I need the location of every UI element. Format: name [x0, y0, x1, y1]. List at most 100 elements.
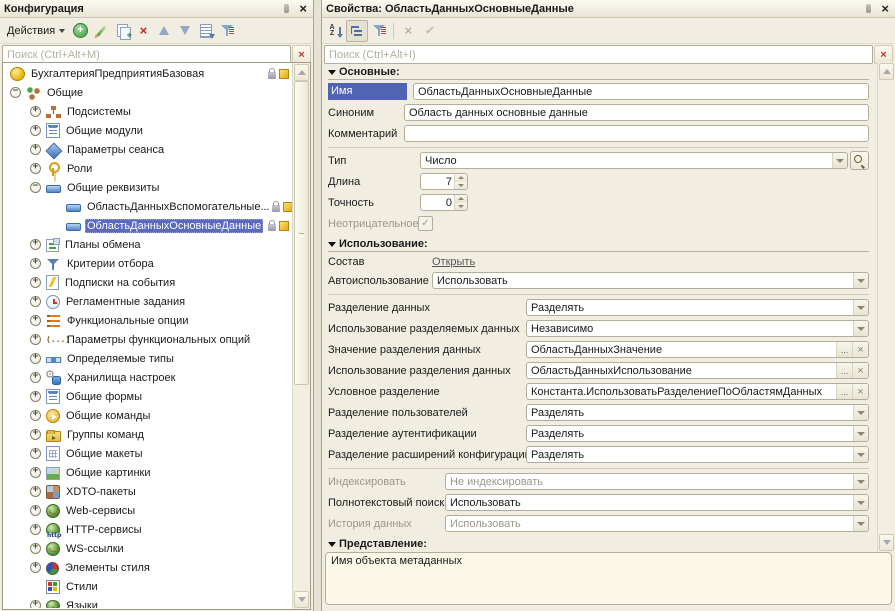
expand-icon[interactable] [30, 296, 41, 307]
auth-separation-combo[interactable]: Разделять [526, 425, 869, 442]
tree-item-exchange-plans[interactable]: Планы обмена [4, 235, 292, 254]
prop-label[interactable]: Условное разделение [328, 386, 526, 398]
expand-icon[interactable] [30, 144, 41, 155]
close-icon[interactable]: × [297, 2, 309, 15]
tree-item-roles[interactable]: Роли [4, 159, 292, 178]
dropdown-icon[interactable] [853, 447, 868, 462]
prop-label[interactable]: Тип [328, 155, 420, 167]
tree-item-languages[interactable]: Языки [4, 596, 292, 608]
indexing-combo[interactable]: Не индексировать [445, 473, 869, 490]
expand-icon[interactable] [30, 163, 41, 174]
tree-item-common[interactable]: Общие [4, 83, 292, 102]
properties-scrollbar[interactable] [877, 62, 895, 552]
scroll-down-icon[interactable] [879, 534, 894, 551]
expand-icon[interactable] [30, 467, 41, 478]
collapse-icon[interactable] [10, 87, 21, 98]
tree-item-scheduled-jobs[interactable]: Регламентные задания [4, 292, 292, 311]
tree-item-subsystems[interactable]: Подсистемы [4, 102, 292, 121]
dropdown-icon[interactable] [853, 426, 868, 441]
precision-stepper[interactable]: 0 [420, 194, 468, 211]
delete-button[interactable] [133, 21, 153, 41]
prop-label[interactable]: Разделение данных [328, 302, 526, 314]
expand-icon[interactable] [30, 429, 41, 440]
expand-icon[interactable] [30, 391, 41, 402]
tree-item-defined-types[interactable]: Определяемые типы [4, 349, 292, 368]
shared-data-use-combo[interactable]: Независимо [526, 320, 869, 337]
tree-item-filter-criteria[interactable]: Критерии отбора [4, 254, 292, 273]
dropdown-icon[interactable] [832, 153, 847, 168]
spin-down-icon[interactable] [455, 203, 467, 211]
tree-item-command-groups[interactable]: Группы команд [4, 425, 292, 444]
dropdown-icon[interactable] [853, 474, 868, 489]
prop-label[interactable]: Использование разделяемых данных [328, 323, 526, 335]
move-up-button[interactable] [154, 21, 174, 41]
expand-icon[interactable] [30, 334, 41, 345]
tree-item-functional-options[interactable]: Функциональные опции [4, 311, 292, 330]
separation-value-field[interactable]: ОбластьДанныхЗначение [526, 341, 869, 358]
name-input[interactable]: ОбластьДанныхОсновныеДанные [413, 83, 869, 100]
dropdown-icon[interactable] [853, 273, 868, 288]
edit-button[interactable] [91, 21, 111, 41]
length-stepper[interactable]: 7 [420, 173, 468, 190]
tree-item-data-area-main[interactable]: ОбластьДанныхОсновныеДанные [4, 216, 292, 235]
prop-label[interactable]: Синоним [328, 107, 404, 119]
dropdown-icon[interactable] [853, 405, 868, 420]
tree-item-settings-storages[interactable]: Хранилища настроек [4, 368, 292, 387]
copy-button[interactable] [112, 21, 132, 41]
expand-icon[interactable] [30, 372, 41, 383]
prop-label[interactable]: Разделение расширений конфигурации [328, 449, 526, 461]
expand-icon[interactable] [30, 600, 41, 608]
tree-item-common-modules[interactable]: Общие модули [4, 121, 292, 140]
prop-label[interactable]: Разделение аутентификации [328, 428, 526, 440]
pin-icon[interactable] [866, 4, 871, 13]
close-icon[interactable]: × [879, 2, 891, 15]
fulltext-search-combo[interactable]: Использовать [445, 494, 869, 511]
tree-item-http-services[interactable]: HTTP-сервисы [4, 520, 292, 539]
comment-input[interactable] [404, 125, 869, 142]
prop-label-selected[interactable]: Имя [328, 83, 407, 100]
prop-label[interactable]: Комментарий [328, 128, 404, 140]
sort-list-button[interactable] [196, 21, 216, 41]
prop-label[interactable]: Автоиспользование [328, 275, 432, 287]
tree-item-common-forms[interactable]: Общие формы [4, 387, 292, 406]
type-combo[interactable]: Число [420, 152, 848, 169]
filter-button[interactable] [217, 21, 237, 41]
clear-icon[interactable] [852, 342, 868, 357]
expand-icon[interactable] [30, 505, 41, 516]
prop-label[interactable]: История данных [328, 518, 445, 530]
pin-icon[interactable] [284, 4, 289, 13]
section-usage[interactable]: Использование: [328, 235, 869, 252]
clear-icon[interactable] [852, 363, 868, 378]
expand-icon[interactable] [30, 448, 41, 459]
prop-label[interactable]: Полнотекстовый поиск [328, 497, 445, 509]
tree-item-style-items[interactable]: Элементы стиля [4, 558, 292, 577]
prop-label[interactable]: Состав [328, 256, 432, 268]
ellipsis-button[interactable] [836, 363, 852, 378]
dropdown-icon[interactable] [853, 300, 868, 315]
expand-icon[interactable] [30, 486, 41, 497]
prop-label[interactable]: Длина [328, 176, 420, 188]
prop-label[interactable]: Разделение пользователей [328, 407, 526, 419]
move-down-button[interactable] [175, 21, 195, 41]
expand-icon[interactable] [30, 239, 41, 250]
expand-icon[interactable] [30, 277, 41, 288]
tree-item-common-pictures[interactable]: Общие картинки [4, 463, 292, 482]
clear-icon[interactable] [852, 384, 868, 399]
auto-use-combo[interactable]: Использовать [432, 272, 869, 289]
scroll-up-icon[interactable] [294, 64, 309, 81]
dropdown-icon[interactable] [853, 495, 868, 510]
section-main[interactable]: Основные: [328, 63, 869, 80]
scroll-down-icon[interactable] [294, 591, 309, 608]
tree-item-web-services[interactable]: Web-сервисы [4, 501, 292, 520]
collapse-icon[interactable] [30, 182, 41, 193]
data-history-combo[interactable]: Использовать [445, 515, 869, 532]
tree-item-common-templates[interactable]: Общие макеты [4, 444, 292, 463]
category-view-button[interactable] [346, 20, 368, 42]
add-button[interactable] [70, 21, 90, 41]
tree-item-session-parameters[interactable]: Параметры сеанса [4, 140, 292, 159]
synonym-input[interactable]: Область данных основные данные [404, 104, 869, 121]
scrollbar-thumb[interactable] [294, 81, 309, 385]
prop-label[interactable]: Использование разделения данных [328, 365, 526, 377]
open-content-link[interactable]: Открыть [432, 256, 475, 268]
apply-button[interactable] [419, 21, 439, 41]
